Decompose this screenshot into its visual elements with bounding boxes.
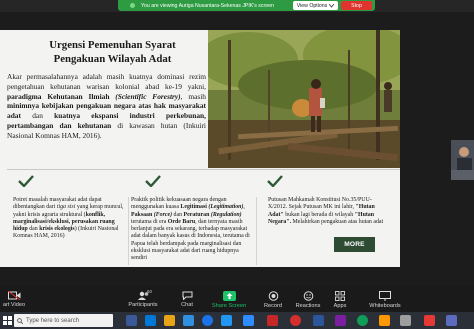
smiley-icon: [303, 291, 313, 301]
body-bold-1: paradigma Kehutanan Ilmiah: [7, 91, 110, 101]
viewing-message: You are viewing Auriga Nusantara-Sekenas…: [141, 2, 274, 9]
col3-text-c: Melahirkan pengakuan atas hutan adat: [291, 218, 384, 225]
checkmark-icon: [145, 175, 161, 187]
chat-icon: [182, 291, 192, 300]
zoom-meeting-window: You are viewing Auriga Nusantara-Sekenas…: [0, 0, 474, 329]
app-icon-red[interactable]: [267, 315, 278, 326]
chevron-down-icon: [329, 3, 335, 8]
app-icon-purple[interactable]: [335, 315, 346, 326]
share-screen-label: Share Screen: [211, 303, 247, 309]
slide-title: Urgensi Pemenuhan Syarat Pengakuan Wilay…: [20, 38, 205, 66]
app-icon-blue[interactable]: [446, 315, 457, 326]
video-camera-off-icon: [7, 291, 20, 300]
checkmark-icon: [18, 175, 34, 187]
app-icon-green[interactable]: [357, 315, 368, 326]
record-label: Record: [263, 303, 283, 309]
taskbar-search-box[interactable]: Type here to search: [14, 314, 113, 327]
col2-italic-1: (Legitimation): [206, 204, 244, 211]
col3-text-b: bukan lagi berada di wilayah: [283, 211, 355, 218]
chrome-browser-icon[interactable]: [202, 315, 213, 326]
share-screen-button[interactable]: Share Screen: [208, 286, 250, 312]
apps-button[interactable]: Apps: [328, 286, 352, 312]
participants-button[interactable]: 60 Participants: [122, 286, 164, 312]
slide-title-line-1: Urgensi Pemenuhan Syarat: [49, 39, 176, 51]
windows-taskbar: Type here to search: [0, 312, 474, 329]
record-icon: [268, 291, 278, 301]
sharing-indicator-icon: [130, 3, 135, 8]
col1-bold-2: krisis ekologis: [39, 226, 75, 233]
reactions-button[interactable]: Reactions: [291, 286, 325, 312]
point-3-text: Putusan Mahkamah Konstitusi No.35/PUU-X/…: [268, 197, 387, 226]
checkmark-icon: [267, 175, 283, 187]
search-icon: [17, 317, 23, 324]
share-screen-icon: [222, 291, 236, 301]
whiteboards-label: Whiteboards: [369, 303, 401, 309]
col2-bold-2: Paksaan: [131, 211, 153, 218]
start-video-button[interactable]: art Video: [0, 286, 28, 312]
section-divider: [7, 169, 400, 170]
chat-button[interactable]: Chat: [175, 286, 199, 312]
body-text-2: , masih: [180, 91, 206, 101]
app-icon-gray[interactable]: [400, 315, 411, 326]
col2-bold-4: Orde Baru: [167, 218, 196, 225]
app-icon[interactable]: [221, 315, 232, 326]
col2-bold-1: Legitimasi: [180, 204, 207, 211]
meeting-toolbar: art Video 60 Participants Chat Share Scr…: [0, 286, 474, 312]
stop-button[interactable]: Stop: [341, 1, 372, 10]
zoom-app-icon[interactable]: [243, 315, 254, 326]
edge-browser-icon[interactable]: [145, 315, 156, 326]
body-text-3: dan: [20, 111, 55, 121]
column-separator: [256, 197, 257, 265]
chat-label: Chat: [181, 302, 193, 308]
col2-text-c: dan: [172, 211, 184, 218]
column-separator: [128, 197, 129, 265]
body-italic-1: (Scientific Forestry): [109, 91, 181, 101]
share-banner: You are viewing Auriga Nusantara-Sekenas…: [0, 0, 474, 12]
shared-slide: Urgensi Pemenuhan Syarat Pengakuan Wilay…: [0, 30, 400, 267]
app-icon-2-red[interactable]: [424, 315, 435, 326]
point-2-text: Praktik politik kekuasaan negara dengan …: [131, 197, 252, 263]
stop-label: Stop: [351, 2, 362, 9]
app-icon-orange[interactable]: [379, 315, 390, 326]
windows-start-icon[interactable]: [3, 316, 12, 325]
slide-body-paragraph: Akar permasalahannya adalah masih kuatny…: [7, 72, 206, 141]
participant-avatar: [451, 140, 474, 180]
view-options-button[interactable]: View Options: [293, 1, 338, 10]
task-view-icon[interactable]: [126, 315, 137, 326]
col2-italic-2: (Force): [152, 211, 173, 218]
apps-label: Apps: [333, 303, 347, 309]
participant-video-thumbnail[interactable]: [451, 140, 474, 180]
col2-text-d: terutama di era: [131, 218, 168, 225]
search-placeholder: Type here to search: [26, 317, 80, 324]
col1-italic: tiga sisi: [56, 204, 76, 211]
col2-bold-3: Peraturan: [183, 211, 210, 218]
apps-grid-icon: [335, 291, 345, 301]
col2-text-b: ,: [243, 204, 245, 211]
col1-text-c: dan: [27, 226, 40, 233]
file-explorer-icon[interactable]: [164, 315, 175, 326]
whiteboards-button[interactable]: Whiteboards: [364, 286, 406, 312]
col2-italic-3: (Regulation): [209, 211, 242, 218]
mail-app-icon[interactable]: [183, 315, 194, 326]
more-button[interactable]: MORE: [334, 237, 375, 252]
record-button[interactable]: Record: [260, 286, 286, 312]
participants-label: Participants: [128, 302, 158, 308]
point-1-text: Potret masalah masyarakat adat dapat dib…: [13, 197, 126, 241]
word-app-icon[interactable]: [313, 315, 324, 326]
start-video-label: art Video: [2, 302, 26, 308]
col2-text-e: , dan ternyata masih berlanjut pada era …: [131, 218, 250, 262]
opera-browser-icon[interactable]: [290, 315, 301, 326]
whiteboard-icon: [379, 291, 391, 301]
forest-photo: [208, 30, 400, 168]
view-options-label: View Options: [296, 2, 328, 9]
reactions-label: Reactions: [295, 303, 321, 309]
slide-title-line-2: Pengakuan Wilayah Adat: [53, 53, 172, 65]
body-text-1: Akar permasalahannya adalah masih kuatny…: [7, 72, 206, 91]
participant-count: 60: [147, 289, 152, 294]
